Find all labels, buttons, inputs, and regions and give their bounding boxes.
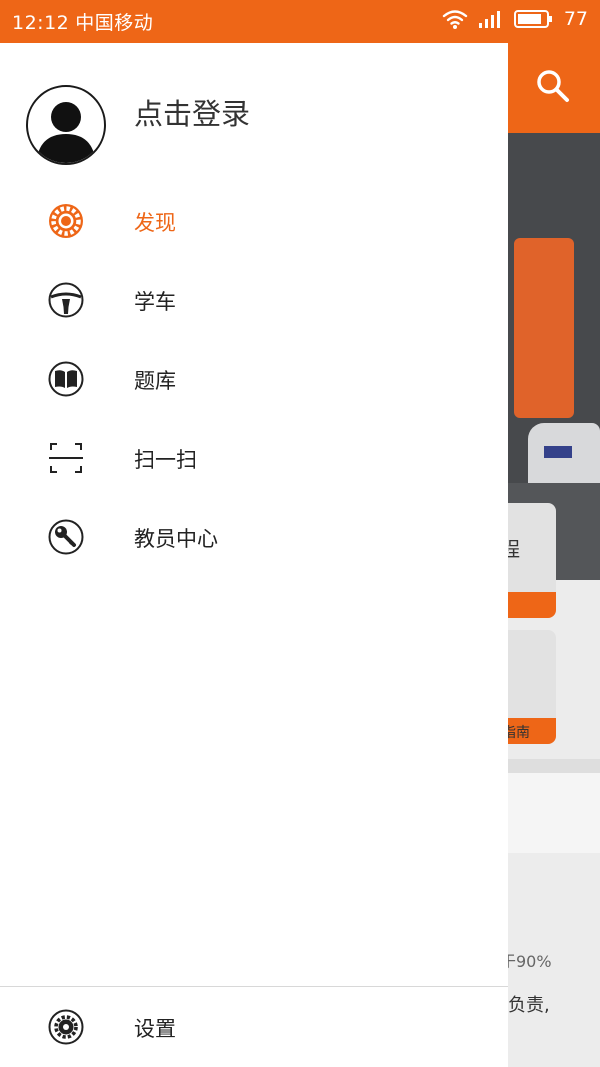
menu-label-question-bank: 题库 xyxy=(134,369,176,393)
bg-header xyxy=(508,43,600,133)
scan-icon xyxy=(49,443,83,473)
bg-snippet-1: 于90% xyxy=(508,952,552,971)
bg-snippet-2: 负责, xyxy=(508,995,550,1016)
search-icon[interactable] xyxy=(536,69,570,103)
menu-item-discover[interactable]: 发现 xyxy=(0,186,508,256)
bg-card-2[interactable]: 指南 xyxy=(508,630,556,744)
key-icon xyxy=(48,519,84,555)
battery-level: 77 xyxy=(563,8,588,30)
bg-banner-image[interactable] xyxy=(508,133,600,580)
steering-wheel-icon xyxy=(48,282,84,318)
book-icon xyxy=(48,361,84,397)
menu-label-instructor-center: 教员中心 xyxy=(134,527,218,551)
menu-item-settings[interactable]: 设置 xyxy=(0,992,508,1062)
battery-icon xyxy=(513,10,552,28)
bg-separator xyxy=(508,759,600,773)
status-carrier: 中国移动 xyxy=(75,12,154,34)
bg-card-1[interactable]: 程 xyxy=(508,503,556,618)
bg-pillar xyxy=(514,238,574,418)
menu-item-instructor-center[interactable]: 教员中心 xyxy=(0,502,508,572)
bg-plate xyxy=(544,446,572,458)
bg-card-2-text: 指南 xyxy=(508,725,530,741)
status-bar: 12:12 中国移动 77 xyxy=(0,0,600,43)
status-left: 12:12 中国移动 xyxy=(12,8,153,35)
menu-label-discover: 发现 xyxy=(134,211,176,235)
menu-label-settings: 设置 xyxy=(134,1017,176,1041)
bg-card-1-text: 程 xyxy=(508,537,520,561)
menu-item-learn-driving[interactable]: 学车 xyxy=(0,265,508,335)
menu-label-scan: 扫一扫 xyxy=(134,448,197,472)
status-right: 77 xyxy=(442,8,588,30)
menu-item-scan[interactable]: 扫一扫 xyxy=(0,423,508,493)
menu-item-question-bank[interactable]: 题库 xyxy=(0,344,508,414)
discover-icon xyxy=(49,204,83,238)
bg-panel xyxy=(508,773,600,853)
avatar-icon[interactable] xyxy=(26,85,106,165)
signal-icon xyxy=(478,11,500,28)
menu-label-learn-driving: 学车 xyxy=(134,290,176,314)
status-time: 12:12 xyxy=(12,12,70,34)
login-link[interactable]: 点击登录 xyxy=(134,91,250,133)
navigation-drawer: 点击登录 发现 学车 题库 扫一扫 教员中心 设置 xyxy=(0,43,508,1067)
gear-icon xyxy=(48,1009,84,1045)
background-app: 程 指南 于90% 负责, xyxy=(508,43,600,1067)
drawer-divider xyxy=(0,986,508,987)
wifi-icon xyxy=(442,10,468,29)
